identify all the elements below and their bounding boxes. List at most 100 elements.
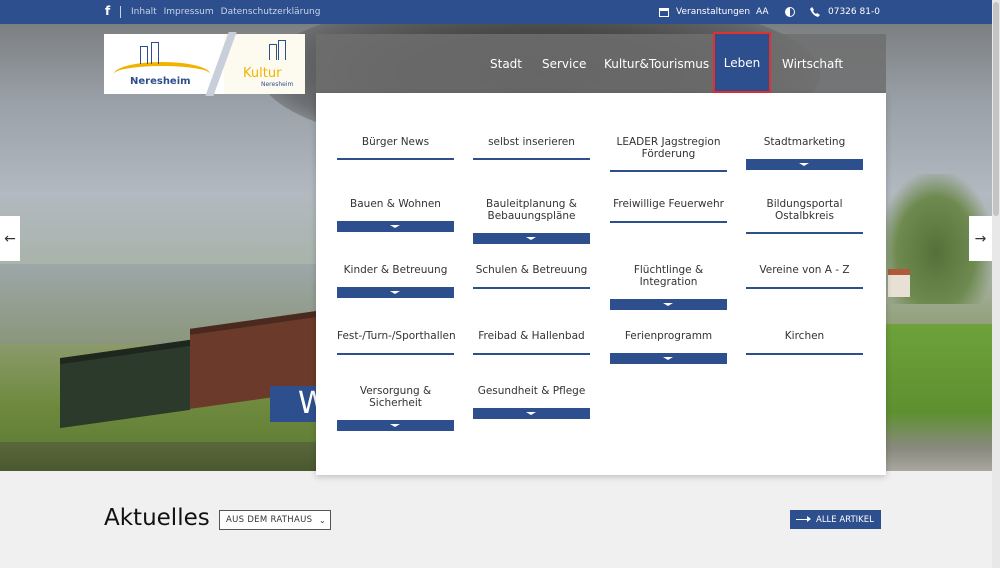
contrast-icon <box>785 7 795 17</box>
nav-service[interactable]: Service <box>542 34 586 93</box>
menu-item-label: Versorgung & Sicherheit <box>359 385 432 409</box>
scrollbar-thumb[interactable] <box>993 2 999 216</box>
nav-label: Stadt <box>490 56 522 71</box>
logo-neresheim: Neresheim <box>130 76 191 87</box>
menu-item-kirchen[interactable]: Kirchen <box>746 330 863 355</box>
menu-item-versorgung[interactable]: Versorgung & Sicherheit <box>337 385 454 432</box>
chevron-down-icon[interactable] <box>337 221 454 232</box>
train-car-green <box>60 339 190 429</box>
all-articles-label: ALLE ARTIKEL <box>816 514 874 525</box>
chevron-down-icon[interactable] <box>337 287 454 298</box>
nav-wirtschaft[interactable]: Wirtschaft <box>782 34 843 93</box>
menu-item-label: Kinder & Betreuung <box>343 264 448 276</box>
events-link[interactable]: Veranstaltungen <box>659 0 750 24</box>
logo-tower-icon <box>278 40 286 60</box>
page-scrollbar[interactable] <box>992 0 1000 568</box>
chevron-down-icon[interactable] <box>337 420 454 431</box>
all-articles-button[interactable]: ALLE ARTIKEL <box>790 510 881 529</box>
top-links: Inhalt Impressum Datenschutzerklärung <box>131 7 320 17</box>
menu-item-label: Ferienprogramm <box>624 330 713 342</box>
chevron-down-icon[interactable] <box>473 408 590 419</box>
nav-label: Leben <box>723 55 761 70</box>
menu-item-label: Freibad & Hallenbad <box>478 330 585 342</box>
news-filter-value: AUS DEM RATHAUS <box>226 515 313 525</box>
menu-item-label: Kirchen <box>784 330 825 342</box>
menu-item-underline <box>337 353 454 355</box>
hero-house <box>888 269 910 297</box>
nav-leben[interactable]: Leben <box>713 32 771 93</box>
menu-item-label: selbst inserieren <box>488 136 575 148</box>
events-label: Veranstaltungen <box>676 7 751 17</box>
menu-item-underline <box>610 170 727 172</box>
menu-item-fluechtlinge[interactable]: Flüchtlinge & Integration <box>610 264 727 311</box>
logo-kultur-sub: Neresheim <box>261 81 294 88</box>
font-size-toggle[interactable]: AA <box>756 0 769 24</box>
menu-item-vereine[interactable]: Vereine von A - Z <box>746 264 863 289</box>
menu-item-label: LEADER Jagstregion Förderung <box>616 136 721 160</box>
menu-item-stadtmarketing[interactable]: Stadtmarketing <box>746 136 863 171</box>
chevron-down-icon[interactable] <box>610 299 727 310</box>
link-impressum[interactable]: Impressum <box>164 7 214 17</box>
menu-item-gesundheit[interactable]: Gesundheit & Pflege <box>473 385 590 420</box>
menu-item-underline <box>746 353 863 355</box>
phone-icon <box>810 7 820 17</box>
menu-item-label: Stadtmarketing <box>763 136 846 148</box>
menu-item-underline <box>473 353 590 355</box>
leben-dropdown-menu: Bürger News selbst inserieren LEADER Jag… <box>316 93 886 475</box>
menu-item-buerger-news[interactable]: Bürger News <box>337 136 454 160</box>
arrow-right-icon: → <box>974 230 987 247</box>
menu-item-label: Gesundheit & Pflege <box>477 385 586 397</box>
menu-item-bauleitplanung[interactable]: Bauleitplanung & Bebauungspläne <box>473 198 590 245</box>
menu-item-underline <box>473 287 590 289</box>
menu-item-bildungsportal[interactable]: Bildungsportal Ostalbkreis <box>746 198 863 234</box>
facebook-icon[interactable]: f <box>105 4 110 18</box>
menu-item-underline <box>337 158 454 160</box>
font-size-icon: AA <box>756 7 769 17</box>
contrast-toggle[interactable] <box>785 0 795 24</box>
menu-item-label: Schulen & Betreuung <box>475 264 588 276</box>
news-filter-select[interactable]: AUS DEM RATHAUS ⌄ <box>219 510 331 530</box>
main-nav: Stadt Service Kultur&Tourismus Leben Wir… <box>316 32 886 93</box>
menu-item-label: Vereine von A - Z <box>759 264 850 276</box>
hero-track <box>0 442 320 471</box>
menu-item-selbst-inserieren[interactable]: selbst inserieren <box>473 136 590 160</box>
logo-kultur: Kultur <box>243 66 282 81</box>
chevron-down-icon[interactable] <box>746 159 863 170</box>
menu-item-feuerwehr[interactable]: Freiwillige Feuerwehr <box>610 198 727 223</box>
menu-item-label: Bauen & Wohnen <box>350 198 441 210</box>
chevron-down-icon: ⌄ <box>318 516 326 525</box>
menu-item-kinder-betreuung[interactable]: Kinder & Betreuung <box>337 264 454 299</box>
slider-next-button[interactable]: → <box>969 216 992 261</box>
link-datenschutz[interactable]: Datenschutzerklärung <box>221 7 321 17</box>
menu-item-label: Flüchtlinge & Integration <box>633 264 704 288</box>
nav-kultur-tourismus[interactable]: Kultur&Tourismus <box>604 34 709 93</box>
divider <box>120 6 121 18</box>
section-title: Aktuelles <box>104 505 210 531</box>
menu-item-schulen[interactable]: Schulen & Betreuung <box>473 264 590 289</box>
menu-item-label: Fest-/Turn-/Sporthallen <box>337 330 456 342</box>
hero-field <box>886 324 992 471</box>
menu-item-ferienprogramm[interactable]: Ferienprogramm <box>610 330 727 365</box>
menu-item-freibad[interactable]: Freibad & Hallenbad <box>473 330 590 355</box>
menu-item-hallen[interactable]: Fest-/Turn-/Sporthallen <box>337 330 456 355</box>
calendar-icon <box>659 7 669 17</box>
chevron-down-icon[interactable] <box>473 233 590 244</box>
menu-item-underline <box>473 158 590 160</box>
slider-prev-button[interactable]: ← <box>0 216 20 261</box>
menu-item-bauen-wohnen[interactable]: Bauen & Wohnen <box>337 198 454 233</box>
arrow-right-icon <box>796 516 811 522</box>
nav-stadt[interactable]: Stadt <box>490 34 522 93</box>
link-inhalt[interactable]: Inhalt <box>131 7 157 17</box>
menu-item-label: Bürger News <box>361 136 430 148</box>
site-logo[interactable]: Neresheim Kultur Neresheim <box>104 32 305 96</box>
menu-item-leader[interactable]: LEADER Jagstregion Förderung <box>610 136 727 172</box>
nav-label: Service <box>542 56 587 71</box>
menu-item-underline <box>746 287 863 289</box>
chevron-down-icon[interactable] <box>610 353 727 364</box>
menu-item-underline <box>746 232 863 234</box>
menu-item-label: Bildungsportal Ostalbkreis <box>766 198 843 222</box>
phone-link[interactable]: 07326 81-0 <box>810 0 880 24</box>
menu-item-label: Freiwillige Feuerwehr <box>613 198 724 210</box>
menu-item-label: Bauleitplanung & Bebauungspläne <box>486 198 577 222</box>
top-bar: f Inhalt Impressum Datenschutzerklärung … <box>0 0 1000 24</box>
